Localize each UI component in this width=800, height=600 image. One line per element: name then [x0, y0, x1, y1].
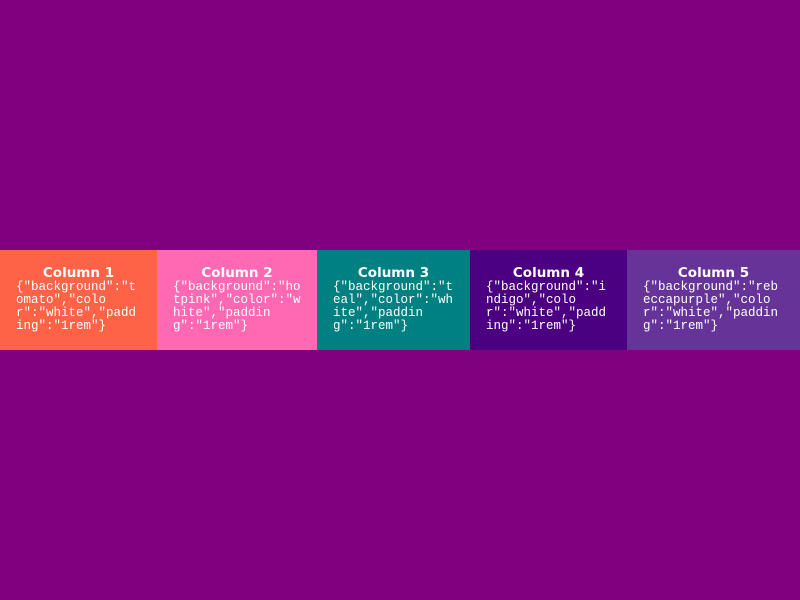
- column-3: Column 3 {"background":"teal","color":"w…: [317, 250, 470, 350]
- column-3-style-code: {"background":"teal","color":"white","pa…: [333, 280, 454, 333]
- column-2-style-code: {"background":"hotpink","color":"white",…: [173, 280, 301, 333]
- column-5-title: Column 5: [677, 265, 750, 281]
- column-4: Column 4 {"background":"indigo","color":…: [470, 250, 627, 350]
- column-5-style-code: {"background":"rebeccapurple","color":"w…: [643, 280, 779, 333]
- column-1-title: Column 1: [42, 265, 115, 281]
- column-2-title: Column 2: [201, 265, 273, 281]
- columns-row: Column 1 {"background":"tomato","color":…: [0, 250, 800, 350]
- column-4-title: Column 4: [512, 265, 585, 281]
- column-4-style-code: {"background":"indigo","color":"white","…: [486, 280, 607, 333]
- column-3-title: Column 3: [357, 265, 430, 281]
- column-5: Column 5 {"background":"rebeccapurple","…: [627, 250, 800, 350]
- column-2: Column 2 {"background":"hotpink","color"…: [157, 250, 317, 350]
- column-1-style-code: {"background":"tomato","color":"white","…: [16, 280, 137, 333]
- column-1: Column 1 {"background":"tomato","color":…: [0, 250, 157, 350]
